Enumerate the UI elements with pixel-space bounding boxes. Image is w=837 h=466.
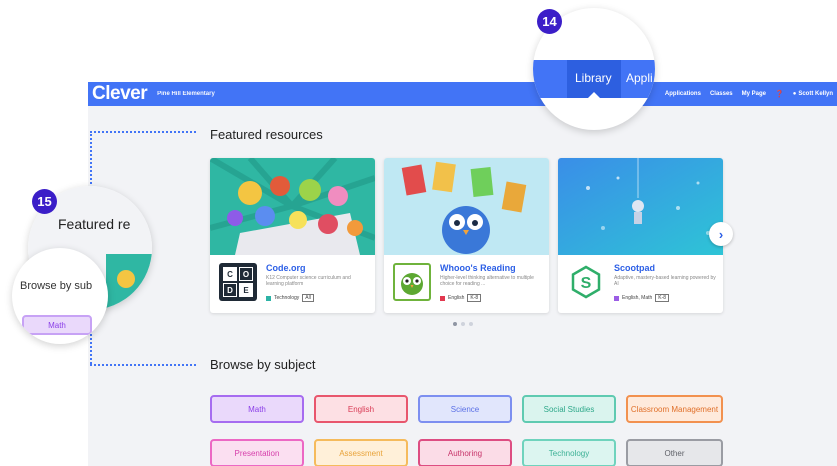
resource-card-whooos-reading[interactable]: Whooo's Reading Higher-level thinking al…	[384, 158, 549, 313]
clever-logo[interactable]: Clever	[92, 82, 148, 106]
magnified-browse-title: Browse by sub	[20, 280, 93, 292]
card-tags: English K-8	[440, 294, 482, 302]
grade-badge: K-8	[655, 294, 670, 302]
subject-color-icon	[440, 295, 445, 301]
subject-chip-english[interactable]: English	[314, 395, 408, 423]
magnified-tab-library: Library	[575, 71, 612, 85]
nav-right: Applications Classes My Page ❓ ● Scott K…	[665, 82, 833, 106]
pagination-dot[interactable]	[461, 322, 465, 326]
scootpad-logo: S	[567, 263, 605, 301]
card-description: K12 Computer science curriculum and lear…	[266, 275, 351, 287]
magnified-card-image	[106, 254, 152, 310]
browse-title: Browse by subject	[210, 357, 316, 372]
subject-chip-social-studies[interactable]: Social Studies	[522, 395, 616, 423]
card-description: Higher-level thinking alternative to mul…	[440, 275, 534, 287]
whooos-reading-logo	[393, 263, 431, 301]
page: Clever Pine Hill Elementary Applications…	[0, 0, 837, 466]
pagination-dot[interactable]	[453, 322, 457, 326]
user-name: Scott Kellyn	[798, 91, 833, 97]
carousel-next-button[interactable]: ›	[709, 222, 733, 246]
grade-badge: All	[302, 294, 314, 302]
chevron-right-icon: ›	[718, 226, 724, 242]
nav-classes[interactable]: Classes	[710, 91, 733, 97]
owl-icon	[401, 273, 423, 295]
nav-applications[interactable]: Applications	[665, 91, 701, 97]
code-org-logo: C O D E	[219, 263, 257, 301]
school-name[interactable]: Pine Hill Elementary	[157, 91, 215, 97]
resource-card-code-org[interactable]: C O D E Code.org K12 Computer science cu…	[210, 158, 375, 313]
subject-chip-assessment[interactable]: Assessment	[314, 439, 408, 466]
subject-chip-science[interactable]: Science	[418, 395, 512, 423]
code-org-banner	[210, 158, 375, 255]
svg-text:S: S	[581, 275, 592, 292]
subject-chip-other[interactable]: Other	[626, 439, 723, 466]
logo-letter: C	[223, 267, 237, 281]
subject-chip-technology[interactable]: Technology	[522, 439, 616, 466]
top-nav-bar: Clever Pine Hill Elementary Applications…	[88, 82, 837, 106]
magnified-featured-title: Featured re	[58, 216, 131, 232]
card-subject: English, Math	[622, 295, 653, 301]
carousel-pagination	[453, 322, 473, 326]
active-tab-indicator	[588, 92, 600, 98]
callout-badge-15: 15	[32, 189, 57, 214]
subject-chip-classroom-management[interactable]: Classroom Management	[626, 395, 723, 423]
card-description: Adaptive, mastery-based learning powered…	[614, 275, 716, 287]
magnified-math-chip: Math	[22, 315, 92, 335]
scootpad-banner	[558, 158, 723, 255]
magnifier-callout-15-browse: Browse by sub Math	[12, 248, 108, 344]
card-subject: English	[448, 295, 465, 301]
user-menu[interactable]: ● Scott Kellyn	[793, 91, 833, 97]
whooos-reading-banner	[384, 158, 549, 255]
logo-letter: E	[239, 283, 253, 297]
subject-color-icon	[614, 295, 619, 301]
card-name[interactable]: Whooo's Reading	[440, 263, 516, 273]
card-name[interactable]: Scootpad	[614, 263, 655, 273]
subject-chip-authoring[interactable]: Authoring	[418, 439, 512, 466]
subject-chip-math[interactable]: Math	[210, 395, 304, 423]
scootpad-s-icon: S	[571, 265, 601, 299]
card-subject: Technology	[274, 295, 300, 301]
resource-card-scootpad[interactable]: S Scootpad Adaptive, mastery-based learn…	[558, 158, 723, 313]
subject-chip-presentation[interactable]: Presentation	[210, 439, 304, 466]
logo-letter: D	[223, 283, 237, 297]
callout-line-browse	[90, 364, 196, 366]
callout-badge-14: 14	[537, 9, 562, 34]
nav-my-page[interactable]: My Page	[742, 91, 766, 97]
card-tags: English, Math K-8	[614, 294, 670, 302]
help-icon[interactable]: ❓	[775, 90, 784, 98]
featured-title: Featured resources	[210, 127, 323, 142]
logo-letter: O	[239, 267, 253, 281]
grade-badge: K-8	[467, 294, 482, 302]
callout-line-featured	[90, 131, 196, 133]
user-icon: ●	[792, 91, 797, 97]
card-name[interactable]: Code.org	[266, 263, 306, 273]
magnified-tab-applications: Appli	[626, 71, 653, 85]
pagination-dot[interactable]	[469, 322, 473, 326]
subject-color-icon	[266, 295, 271, 301]
card-tags: Technology All	[266, 294, 314, 302]
